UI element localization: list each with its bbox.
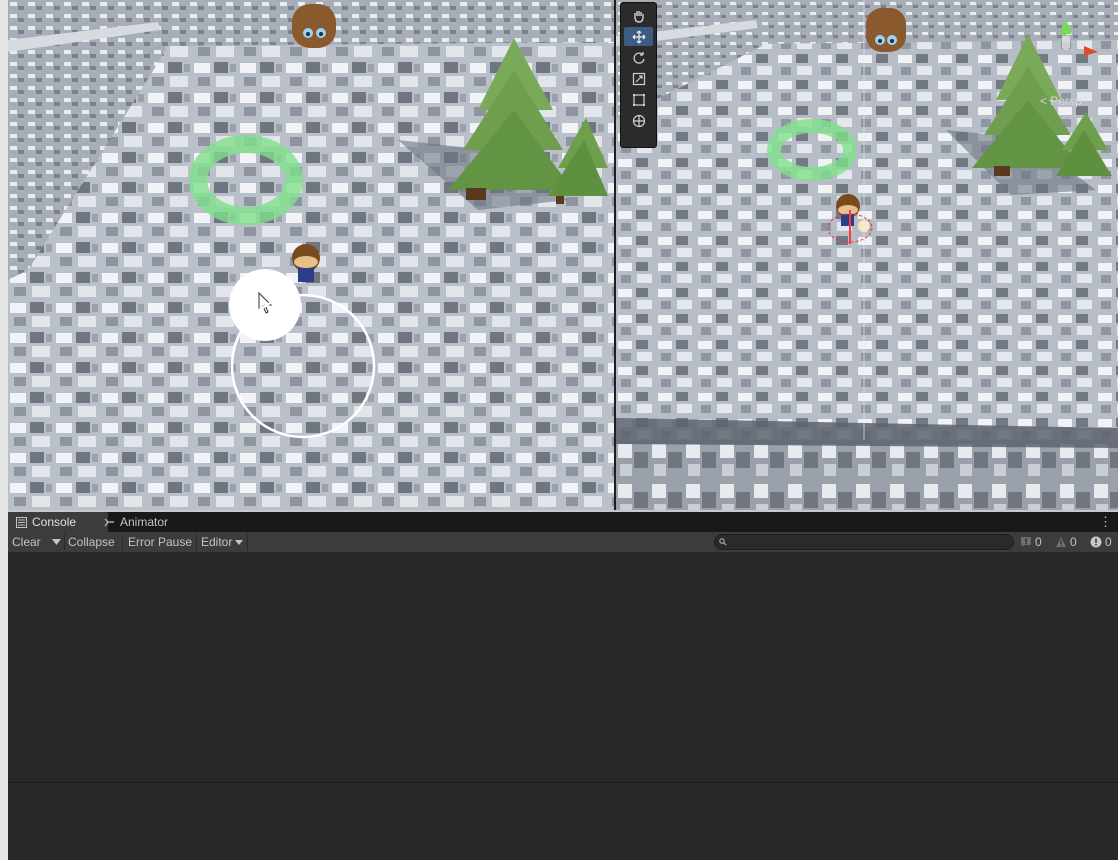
clear-options-dropdown[interactable] xyxy=(48,532,65,552)
editor-dropdown[interactable]: Editor xyxy=(197,532,247,552)
console-tabbar: Console Animator ⋮ xyxy=(8,512,1118,532)
search-input[interactable] xyxy=(714,534,1014,550)
dropdown-arrow-icon xyxy=(52,539,61,545)
move-arrows-icon xyxy=(632,30,645,43)
log-count-toggle[interactable]: 0 xyxy=(1020,532,1042,552)
console-panel: Console Animator ⋮ Clear Collapse Error … xyxy=(8,512,1118,860)
rotate-tool-button[interactable] xyxy=(624,48,653,67)
panel-menu-icon[interactable]: ⋮ xyxy=(1099,514,1112,530)
log-detail-area[interactable] xyxy=(8,783,1118,860)
tab-animator-label: Animator xyxy=(120,515,169,529)
view-tool-button[interactable] xyxy=(624,6,653,25)
toolbar-separator xyxy=(247,534,248,550)
projection-label[interactable]: < Persp xyxy=(1040,94,1082,108)
rect-tool-button[interactable] xyxy=(624,90,653,109)
animator-icon xyxy=(104,518,114,526)
move-tool-button[interactable] xyxy=(624,27,653,46)
warning-count-toggle[interactable]: 0 xyxy=(1055,532,1077,552)
left-window-strip xyxy=(0,0,8,860)
search-icon xyxy=(719,538,727,546)
rect-icon xyxy=(632,93,645,106)
scene-render xyxy=(616,0,1118,510)
scene-view[interactable] xyxy=(616,0,1118,510)
transform-tool-button[interactable] xyxy=(624,111,653,130)
console-toolbar: Clear Collapse Error Pause Editor 0 0 0 xyxy=(8,532,1118,553)
rotate-icon xyxy=(632,51,645,64)
scale-icon xyxy=(632,72,645,85)
game-view[interactable] xyxy=(8,0,614,510)
collapse-label: Collapse xyxy=(68,535,115,549)
tab-console[interactable]: Console xyxy=(8,512,108,532)
console-icon xyxy=(16,516,27,528)
error-pause-label: Error Pause xyxy=(128,535,193,549)
warning-icon xyxy=(1055,536,1067,548)
clear-label: Clear xyxy=(12,535,41,549)
tab-animator[interactable]: Animator xyxy=(96,512,176,532)
game-scene-render xyxy=(8,0,614,510)
editor-label: Editor xyxy=(201,535,233,549)
error-count: 0 xyxy=(1105,535,1112,549)
log-list[interactable] xyxy=(8,553,1118,782)
info-message-icon xyxy=(1020,536,1032,548)
error-pause-button[interactable]: Error Pause xyxy=(124,532,196,552)
log-count: 0 xyxy=(1035,535,1042,549)
clear-button[interactable]: Clear xyxy=(8,532,45,552)
warning-count: 0 xyxy=(1070,535,1077,549)
dropdown-arrow-icon xyxy=(235,539,244,545)
collapse-button[interactable]: Collapse xyxy=(64,532,119,552)
error-count-toggle[interactable]: 0 xyxy=(1090,532,1112,552)
hand-icon xyxy=(633,10,644,23)
scale-tool-button[interactable] xyxy=(624,69,653,88)
tab-console-label: Console xyxy=(32,515,77,529)
transform-icon xyxy=(632,114,645,127)
toolbar-separator xyxy=(122,534,123,550)
scene-tools-panel xyxy=(620,2,657,148)
error-icon xyxy=(1090,536,1102,548)
